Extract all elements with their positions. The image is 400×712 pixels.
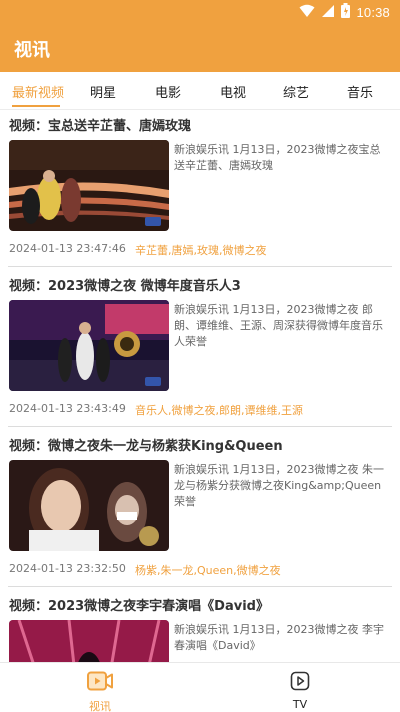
video-camera-icon [87, 671, 113, 695]
battery-icon [341, 3, 351, 22]
video-thumbnail[interactable] [9, 460, 169, 551]
active-tab-indicator [12, 105, 60, 107]
card-date: 2024-01-13 23:32:50 [9, 562, 126, 575]
video-thumbnail[interactable] [9, 300, 169, 391]
status-time: 10:38 [356, 5, 390, 20]
card-divider [8, 426, 392, 427]
tv-play-icon [290, 671, 310, 695]
signal-icon [321, 4, 335, 22]
status-icons: 10:38 [299, 3, 390, 22]
card-snippet: 新浪娱乐讯 1月13日，2023微博之夜 朱一龙与杨紫分获微博之夜King&am… [174, 463, 384, 508]
tab-latest-video[interactable]: 最新视频 [12, 82, 64, 101]
category-tabs: 最新视频 明星 电影 电视 综艺 音乐 [0, 72, 400, 110]
card-title[interactable]: 视频：宝总送辛芷蕾、唐嫣玫瑰 [9, 115, 191, 134]
card-title[interactable]: 视频：2023微博之夜李宇春演唱《David》 [9, 595, 269, 614]
bottom-nav: 视讯 TV [0, 662, 400, 712]
nav-item-tv[interactable]: TV [270, 671, 330, 711]
card-tags[interactable]: 杨紫,朱一龙,Queen,微博之夜 [135, 562, 281, 578]
card-tags[interactable]: 辛芷蕾,唐嫣,玫瑰,微博之夜 [135, 242, 267, 258]
card-snippet: 新浪娱乐讯 1月13日，2023微博之夜 郎朗、谭维维、王源、周深获得微博年度音… [174, 303, 383, 348]
card-divider [8, 586, 392, 587]
nav-label-videos: 视讯 [89, 700, 111, 712]
tab-stars[interactable]: 明星 [90, 82, 116, 101]
video-thumbnail[interactable] [9, 620, 169, 662]
tab-variety[interactable]: 综艺 [283, 82, 309, 101]
card-date: 2024-01-13 23:43:49 [9, 402, 126, 415]
card-snippet: 新浪娱乐讯 1月13日，2023微博之夜宝总送辛芷蕾、唐嫣玫瑰 [174, 143, 381, 172]
card-title[interactable]: 视频：2023微博之夜 微博年度音乐人3 [9, 275, 241, 294]
tab-music[interactable]: 音乐 [347, 82, 373, 101]
tab-movies[interactable]: 电影 [155, 82, 181, 101]
app-bar: 视讯 [0, 24, 400, 72]
card-title[interactable]: 视频：微博之夜朱一龙与杨紫获King&Queen [9, 435, 283, 454]
card-snippet: 新浪娱乐讯 1月13日，2023微博之夜 李宇春演唱《David》 [174, 623, 384, 652]
card-tags[interactable]: 音乐人,微博之夜,郎朗,谭维维,王源 [135, 402, 303, 418]
nav-label-tv: TV [292, 698, 308, 711]
nav-item-videos[interactable]: 视讯 [70, 671, 130, 712]
card-date: 2024-01-13 23:47:46 [9, 242, 126, 255]
video-thumbnail[interactable] [9, 140, 169, 231]
video-feed[interactable]: 视频：宝总送辛芷蕾、唐嫣玫瑰 新浪娱乐讯 1月13日，2023微博之夜宝总送辛芷… [0, 110, 400, 662]
tab-tv[interactable]: 电视 [220, 82, 246, 101]
card-divider [8, 266, 392, 267]
app-title: 视讯 [14, 40, 50, 61]
wifi-icon [299, 4, 315, 22]
status-bar: 10:38 [0, 0, 400, 24]
